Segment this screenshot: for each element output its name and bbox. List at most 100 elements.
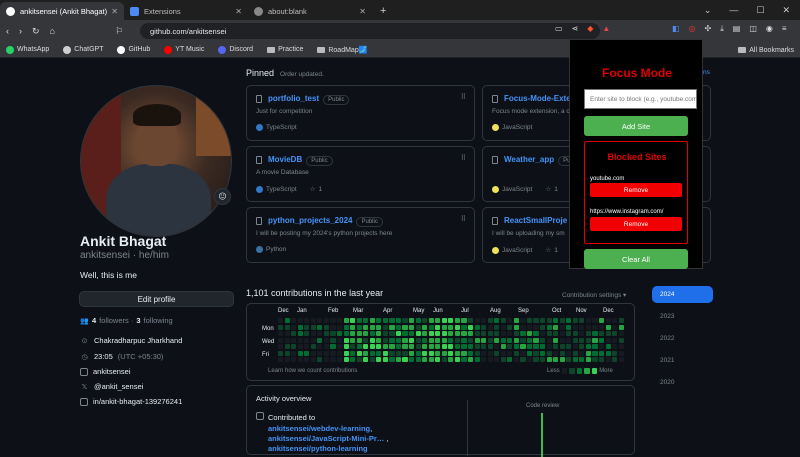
contribution-day[interactable] [592,324,598,330]
contribution-day[interactable] [467,350,474,356]
contribution-day[interactable] [572,318,578,324]
contribution-day[interactable] [395,357,402,363]
contribution-day[interactable] [297,331,303,337]
contribution-settings-button[interactable]: Contribution settings ▾ [562,291,626,299]
contribution-day[interactable] [297,350,303,356]
contribution-day[interactable] [520,318,526,324]
contribution-day[interactable] [520,324,526,330]
contribution-day[interactable] [585,337,592,343]
contribution-day[interactable] [513,350,519,356]
contribution-day[interactable] [553,357,559,363]
contribution-day[interactable] [598,357,605,363]
contribution-day[interactable] [310,331,316,337]
star-icon[interactable]: ☆ [545,246,551,254]
contribution-day[interactable] [461,357,467,363]
contribution-day[interactable] [605,337,611,343]
star-count[interactable]: 1 [319,186,323,193]
contribution-day[interactable] [448,337,454,343]
contribution-day[interactable] [494,350,500,356]
repo-link[interactable]: ankitsensei/python-learning [268,444,368,453]
contribution-day[interactable] [507,344,513,350]
contribution-day[interactable] [323,324,330,330]
contribution-day[interactable] [540,337,546,343]
contribution-day[interactable] [356,344,362,350]
contribution-day[interactable] [474,344,480,350]
contribution-day[interactable] [415,350,421,356]
repo-name[interactable]: Weather_app [504,155,554,164]
contribution-day[interactable] [323,344,330,350]
menu-icon[interactable]: ≡ [782,24,787,34]
repo-title[interactable]: portfolio_test Public [268,94,350,105]
bookmark-icon[interactable]: ⚐ [115,26,123,37]
home-icon[interactable]: ⌂ [50,26,55,36]
close-icon[interactable]: ✕ [111,7,118,16]
contribution-day[interactable] [304,344,310,350]
contribution-day[interactable] [605,318,611,324]
contribution-day[interactable] [409,350,415,356]
contribution-day[interactable] [350,344,356,350]
contribution-day[interactable] [598,337,605,343]
contribution-day[interactable] [409,318,415,324]
contribution-day[interactable] [284,344,290,350]
contribution-day[interactable] [546,344,552,350]
contribution-day[interactable] [376,324,382,330]
contribution-day[interactable] [304,337,310,343]
contribution-day[interactable] [343,344,349,350]
contribution-day[interactable] [435,350,441,356]
contribution-day[interactable] [612,350,618,356]
back-icon[interactable]: ‹ [6,26,9,36]
contribution-day[interactable] [422,331,428,337]
contribution-day[interactable] [376,337,382,343]
tab-github-profile[interactable]: ankitsensei (Ankit Bhagat) ✕ [0,2,124,20]
contribution-day[interactable] [605,344,611,350]
contribution-day[interactable] [579,350,585,356]
contribution-day[interactable] [546,331,552,337]
contribution-day[interactable] [336,318,343,324]
contribution-day[interactable] [422,350,428,356]
contribution-day[interactable] [422,357,428,363]
contribution-day[interactable] [422,344,428,350]
address-bar[interactable]: github.com/ankitsensei [140,23,600,39]
contribution-day[interactable] [540,318,546,324]
contribution-day[interactable] [356,331,362,337]
puzzle-icon[interactable]: ✣ [705,24,712,34]
contribution-day[interactable] [500,337,506,343]
contribution-day[interactable] [356,337,362,343]
contribution-day[interactable] [585,318,592,324]
contribution-day[interactable] [369,318,375,324]
contribution-day[interactable] [310,344,316,350]
contribution-day[interactable] [481,350,487,356]
contribution-day[interactable] [310,318,316,324]
bookmark-discord[interactable]: Discord [218,45,253,54]
year-2021[interactable]: 2021 [652,352,713,369]
contribution-day[interactable] [382,337,388,343]
contribution-day[interactable] [317,344,323,350]
contribution-day[interactable] [526,318,533,324]
contribution-day[interactable] [441,357,447,363]
contribution-day[interactable] [330,350,336,356]
contribution-day[interactable] [363,337,369,343]
contribution-day[interactable] [284,331,290,337]
star-icon[interactable]: ☆ [545,185,551,193]
contribution-day[interactable] [304,324,310,330]
contribution-day[interactable] [481,318,487,324]
contribution-day[interactable] [350,357,356,363]
contribution-day[interactable] [461,318,467,324]
remove-site-button[interactable]: Remove [590,217,682,231]
remove-site-button[interactable]: Remove [590,183,682,197]
contribution-day[interactable] [520,350,526,356]
contribution-day[interactable] [336,350,343,356]
contribution-day[interactable] [317,350,323,356]
contribution-day[interactable] [415,324,421,330]
contribution-day[interactable] [323,337,330,343]
contribution-day[interactable] [526,337,533,343]
contribution-day[interactable] [343,318,349,324]
contribution-day[interactable] [310,324,316,330]
contribution-day[interactable] [474,318,480,324]
contribution-day[interactable] [278,344,284,350]
contribution-day[interactable] [336,344,343,350]
contribution-day[interactable] [546,350,552,356]
contribution-day[interactable] [454,318,461,324]
contribution-day[interactable] [585,324,592,330]
contribution-day[interactable] [304,318,310,324]
